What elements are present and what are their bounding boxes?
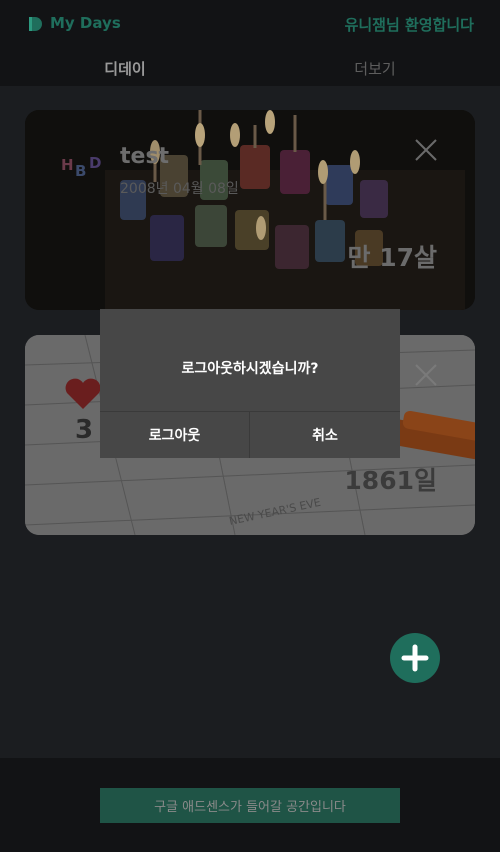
logout-dialog: 로그아웃하시겠습니까? 로그아웃 취소 <box>100 309 400 458</box>
ad-banner[interactable]: 구글 애드센스가 들어갈 공간입니다 <box>100 788 400 823</box>
app-title: My Days <box>50 14 121 32</box>
card-title: 3 <box>75 415 94 445</box>
cancel-button[interactable]: 취소 <box>250 412 400 458</box>
dday-card[interactable]: H B D test 2008년 04월 08일 만 17살 <box>25 110 475 310</box>
app-header: My Days 유니잼님 환영합니다 <box>0 0 500 50</box>
footer: 구글 애드센스가 들어갈 공간입니다 <box>0 758 500 852</box>
card-title: test <box>120 144 170 169</box>
svg-text:H: H <box>61 156 74 174</box>
tab-more[interactable]: 더보기 <box>250 58 500 79</box>
hbd-icon: H B D <box>61 154 101 180</box>
dialog-message: 로그아웃하시겠습니까? <box>181 361 319 377</box>
welcome-message[interactable]: 유니잼님 환영합니다 <box>345 14 474 35</box>
tab-dday[interactable]: 디데이 <box>0 58 250 79</box>
birthday-candles-image <box>25 110 475 310</box>
add-dday-button[interactable] <box>390 633 440 683</box>
card-count: 만 17살 <box>347 243 438 272</box>
svg-text:B: B <box>75 162 86 180</box>
heart-icon <box>65 378 101 409</box>
svg-text:D: D <box>89 154 101 172</box>
tab-bar: 디데이 더보기 <box>0 50 500 86</box>
app-logo-icon <box>29 17 42 31</box>
card-count: 1861일 <box>344 466 437 495</box>
close-icon[interactable] <box>415 139 437 161</box>
plus-icon <box>401 644 429 672</box>
logout-confirm-button[interactable]: 로그아웃 <box>100 412 249 458</box>
card-date: 2008년 04월 08일 <box>120 181 239 197</box>
close-icon[interactable] <box>415 364 437 386</box>
